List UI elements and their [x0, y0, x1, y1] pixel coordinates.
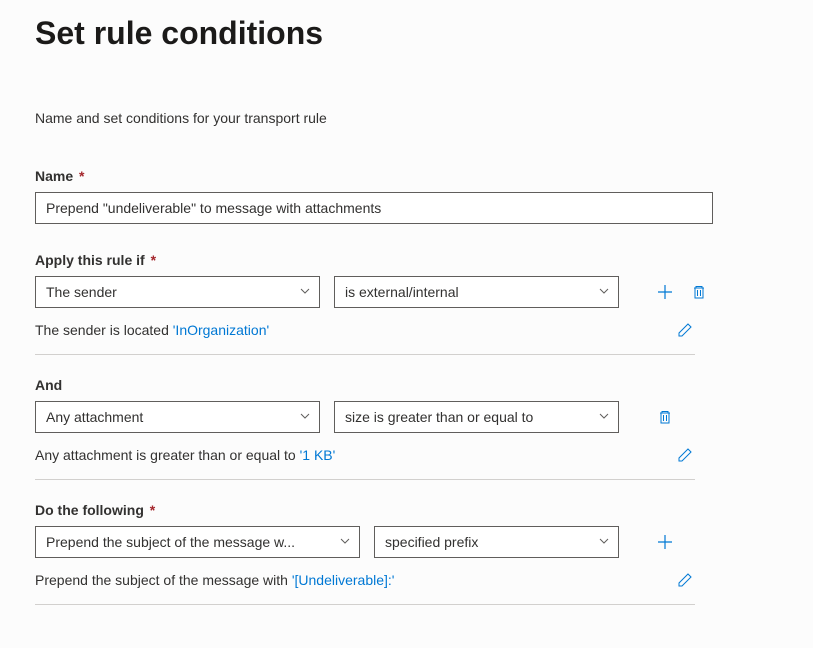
- apply-if-subject-dropdown[interactable]: The sender: [35, 276, 320, 308]
- chevron-down-icon: [598, 409, 610, 425]
- dropdown-value: specified prefix: [385, 534, 590, 550]
- summary-prefix: Prepend the subject of the message with: [35, 572, 292, 588]
- name-label: Name *: [35, 168, 778, 184]
- edit-condition-button[interactable]: [675, 445, 695, 465]
- action-summary: Prepend the subject of the message with …: [35, 572, 394, 588]
- required-asterisk: *: [147, 252, 156, 268]
- do-following-label-text: Do the following: [35, 502, 144, 518]
- chevron-down-icon: [299, 409, 311, 425]
- page-title: Set rule conditions: [35, 15, 778, 52]
- action-value-dropdown[interactable]: specified prefix: [374, 526, 619, 558]
- page-description: Name and set conditions for your transpo…: [35, 110, 778, 126]
- dropdown-value: Prepend the subject of the message w...: [46, 534, 331, 550]
- chevron-down-icon: [339, 534, 351, 550]
- edit-condition-button[interactable]: [675, 320, 695, 340]
- action-dropdown[interactable]: Prepend the subject of the message w...: [35, 526, 360, 558]
- apply-if-label-text: Apply this rule if: [35, 252, 145, 268]
- edit-icon: [677, 447, 693, 463]
- apply-if-label: Apply this rule if *: [35, 252, 778, 268]
- summary-value-link[interactable]: 'InOrganization': [173, 322, 269, 338]
- summary-value-link[interactable]: '1 KB': [300, 447, 336, 463]
- required-asterisk: *: [75, 168, 84, 184]
- dropdown-value: The sender: [46, 284, 291, 300]
- edit-icon: [677, 572, 693, 588]
- edit-icon: [677, 322, 693, 338]
- delete-icon: [657, 409, 673, 425]
- required-asterisk: *: [146, 502, 155, 518]
- apply-if-summary: The sender is located 'InOrganization': [35, 322, 269, 338]
- plus-icon: [656, 533, 674, 551]
- summary-prefix: The sender is located: [35, 322, 173, 338]
- delete-condition-button[interactable]: [655, 407, 675, 427]
- add-action-button[interactable]: [655, 532, 675, 552]
- dropdown-value: size is greater than or equal to: [345, 409, 590, 425]
- apply-if-predicate-dropdown[interactable]: is external/internal: [334, 276, 619, 308]
- dropdown-value: is external/internal: [345, 284, 590, 300]
- name-label-text: Name: [35, 168, 73, 184]
- name-input[interactable]: [35, 192, 713, 224]
- plus-icon: [656, 283, 674, 301]
- dropdown-value: Any attachment: [46, 409, 291, 425]
- chevron-down-icon: [299, 284, 311, 300]
- and-predicate-dropdown[interactable]: size is greater than or equal to: [334, 401, 619, 433]
- and-summary: Any attachment is greater than or equal …: [35, 447, 335, 463]
- edit-action-button[interactable]: [675, 570, 695, 590]
- chevron-down-icon: [598, 534, 610, 550]
- divider: [35, 479, 695, 480]
- chevron-down-icon: [598, 284, 610, 300]
- delete-condition-button[interactable]: [689, 282, 709, 302]
- delete-icon: [691, 284, 707, 300]
- divider: [35, 604, 695, 605]
- do-following-label: Do the following *: [35, 502, 778, 518]
- summary-prefix: Any attachment is greater than or equal …: [35, 447, 300, 463]
- divider: [35, 354, 695, 355]
- add-condition-button[interactable]: [655, 282, 675, 302]
- and-subject-dropdown[interactable]: Any attachment: [35, 401, 320, 433]
- and-label: And: [35, 377, 778, 393]
- summary-value-link[interactable]: '[Undeliverable]:': [292, 572, 395, 588]
